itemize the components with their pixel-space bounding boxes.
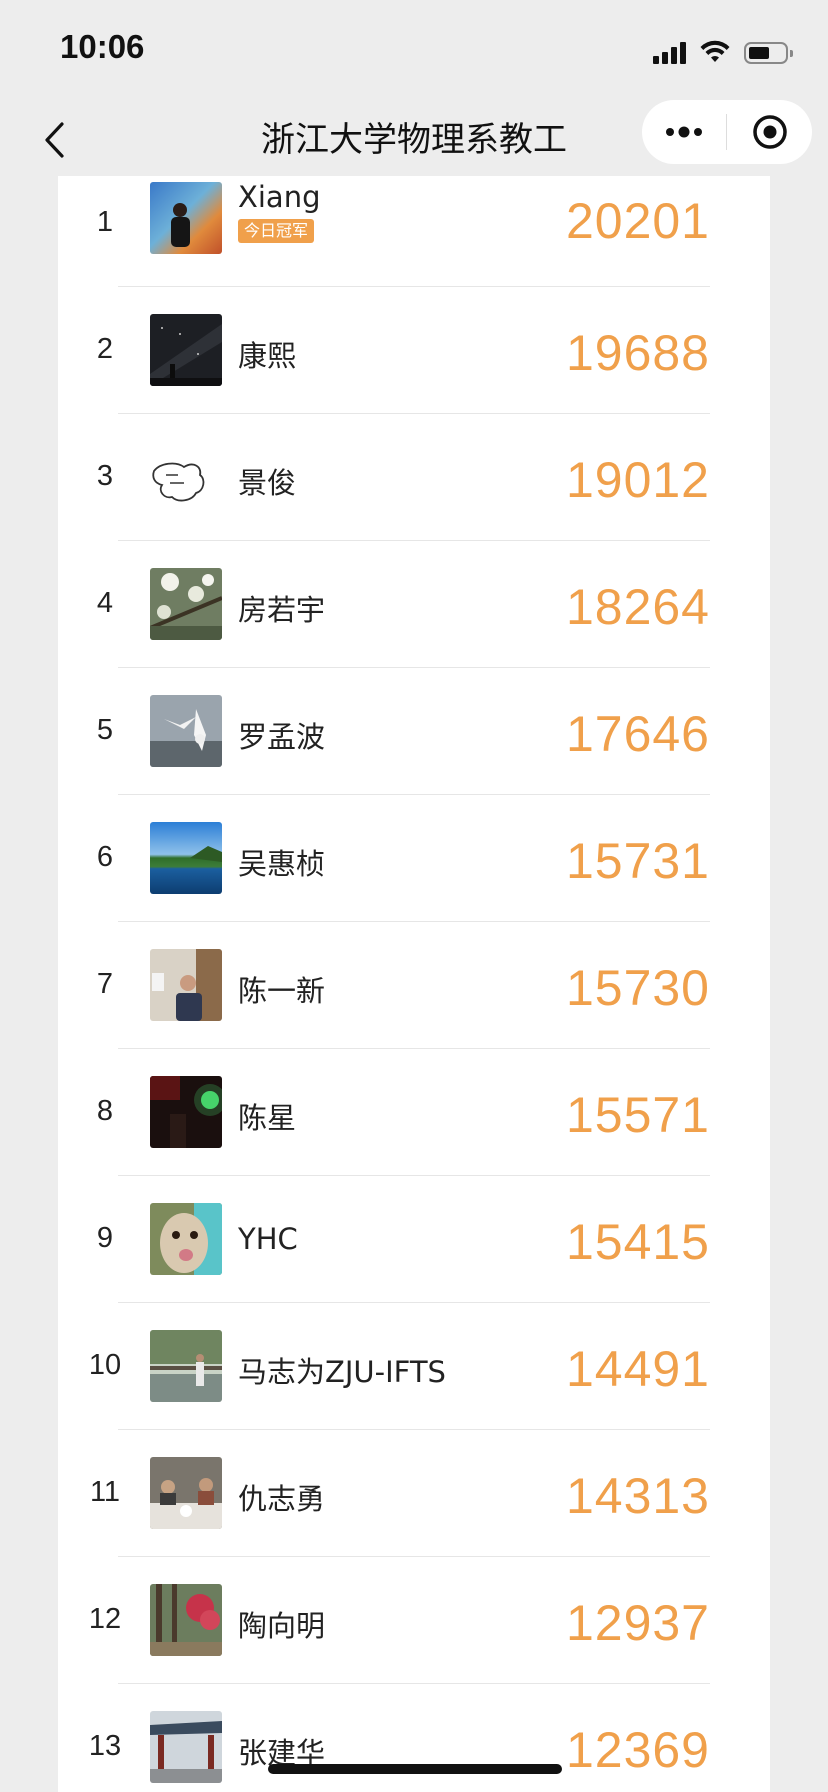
more-dots-icon (666, 126, 702, 138)
ranking-row[interactable]: 12 陶向明 12937 (58, 1557, 770, 1684)
home-indicator[interactable] (268, 1764, 562, 1774)
rank-number: 8 (96, 1095, 114, 1127)
status-bar: 10:06 (0, 0, 828, 100)
user-name: 景俊 (238, 466, 297, 500)
avatar[interactable] (150, 1076, 222, 1148)
status-icons (653, 36, 793, 64)
signal-icon (653, 42, 686, 64)
target-close-icon (752, 115, 787, 149)
user-name: 马志为ZJU-IFTS (238, 1355, 446, 1389)
rank-number: 13 (88, 1730, 122, 1762)
battery-icon (744, 42, 793, 64)
ranking-row[interactable]: 7 陈一新 15730 (58, 922, 770, 1049)
rank-number: 9 (96, 1222, 114, 1254)
user-name: 陈一新 (238, 974, 326, 1008)
ranking-row[interactable]: 3 景俊 19012 (58, 414, 770, 541)
step-count: 15571 (565, 1087, 710, 1143)
rank-number: 2 (96, 333, 114, 365)
menu-capsule (642, 100, 812, 164)
ranking-row[interactable]: 2 康熙 19688 (58, 287, 770, 414)
rank-number: 4 (96, 587, 114, 619)
rank-number: 5 (96, 714, 114, 746)
step-count: 14491 (565, 1341, 710, 1397)
avatar[interactable] (150, 1457, 222, 1529)
step-count: 12937 (565, 1595, 710, 1651)
step-count: 15731 (565, 833, 710, 889)
rank-number: 10 (88, 1349, 122, 1381)
user-name: 陶向明 (238, 1609, 326, 1643)
more-button[interactable] (642, 100, 726, 164)
ranking-row[interactable]: 9 YHC 15415 (58, 1176, 770, 1303)
rank-number: 11 (89, 1476, 121, 1508)
ranking-row[interactable]: 4 房若宇 18264 (58, 541, 770, 668)
step-count: 19012 (565, 452, 710, 508)
wifi-icon (700, 40, 730, 62)
rank-number: 3 (96, 460, 114, 492)
avatar[interactable] (150, 1584, 222, 1656)
step-count: 15415 (565, 1214, 710, 1270)
avatar[interactable] (150, 1203, 222, 1275)
avatar[interactable] (150, 1711, 222, 1783)
step-count: 19688 (565, 325, 710, 381)
step-count: 12369 (565, 1722, 710, 1778)
rank-number: 7 (96, 968, 114, 1000)
ranking-list: 1 Xiang 今日冠军 20201 2 康熙 19688 3 景俊 19012… (58, 176, 770, 1792)
rank-number: 6 (96, 841, 114, 873)
user-name: 罗孟波 (238, 720, 326, 754)
avatar[interactable] (150, 695, 222, 767)
avatar[interactable] (150, 949, 222, 1021)
user-name: Xiang (238, 180, 321, 214)
nav-bar: 浙江大学物理系教工 (0, 100, 828, 176)
champion-badge: 今日冠军 (238, 219, 315, 243)
status-time: 10:06 (60, 28, 145, 65)
user-name: 仇志勇 (238, 1482, 326, 1516)
ranking-row[interactable]: 8 陈星 15571 (58, 1049, 770, 1176)
ranking-row[interactable]: 13 张建华 12369 (58, 1684, 770, 1792)
user-name: 房若宇 (238, 593, 326, 627)
rank-number: 12 (88, 1603, 122, 1635)
user-name: 陈星 (238, 1101, 297, 1135)
step-count: 18264 (565, 579, 710, 635)
avatar[interactable] (150, 1330, 222, 1402)
user-name: YHC (238, 1222, 298, 1256)
ranking-row[interactable]: 6 吴惠桢 15731 (58, 795, 770, 922)
avatar[interactable] (150, 568, 222, 640)
step-count: 15730 (565, 960, 710, 1016)
step-count: 14313 (565, 1468, 710, 1524)
step-count: 17646 (565, 706, 710, 762)
avatar[interactable] (150, 822, 222, 894)
user-name: 康熙 (238, 339, 297, 373)
avatar[interactable] (150, 182, 222, 254)
close-miniprogram-button[interactable] (727, 100, 812, 164)
user-name: 吴惠桢 (238, 847, 326, 881)
rank-number: 1 (96, 206, 114, 238)
step-count: 20201 (565, 193, 710, 249)
ranking-row[interactable]: 1 Xiang 今日冠军 20201 (58, 176, 770, 287)
ranking-row[interactable]: 10 马志为ZJU-IFTS 14491 (58, 1303, 770, 1430)
ranking-row[interactable]: 11 仇志勇 14313 (58, 1430, 770, 1557)
avatar[interactable] (150, 314, 222, 386)
ranking-row[interactable]: 5 罗孟波 17646 (58, 668, 770, 795)
avatar[interactable] (150, 441, 222, 513)
